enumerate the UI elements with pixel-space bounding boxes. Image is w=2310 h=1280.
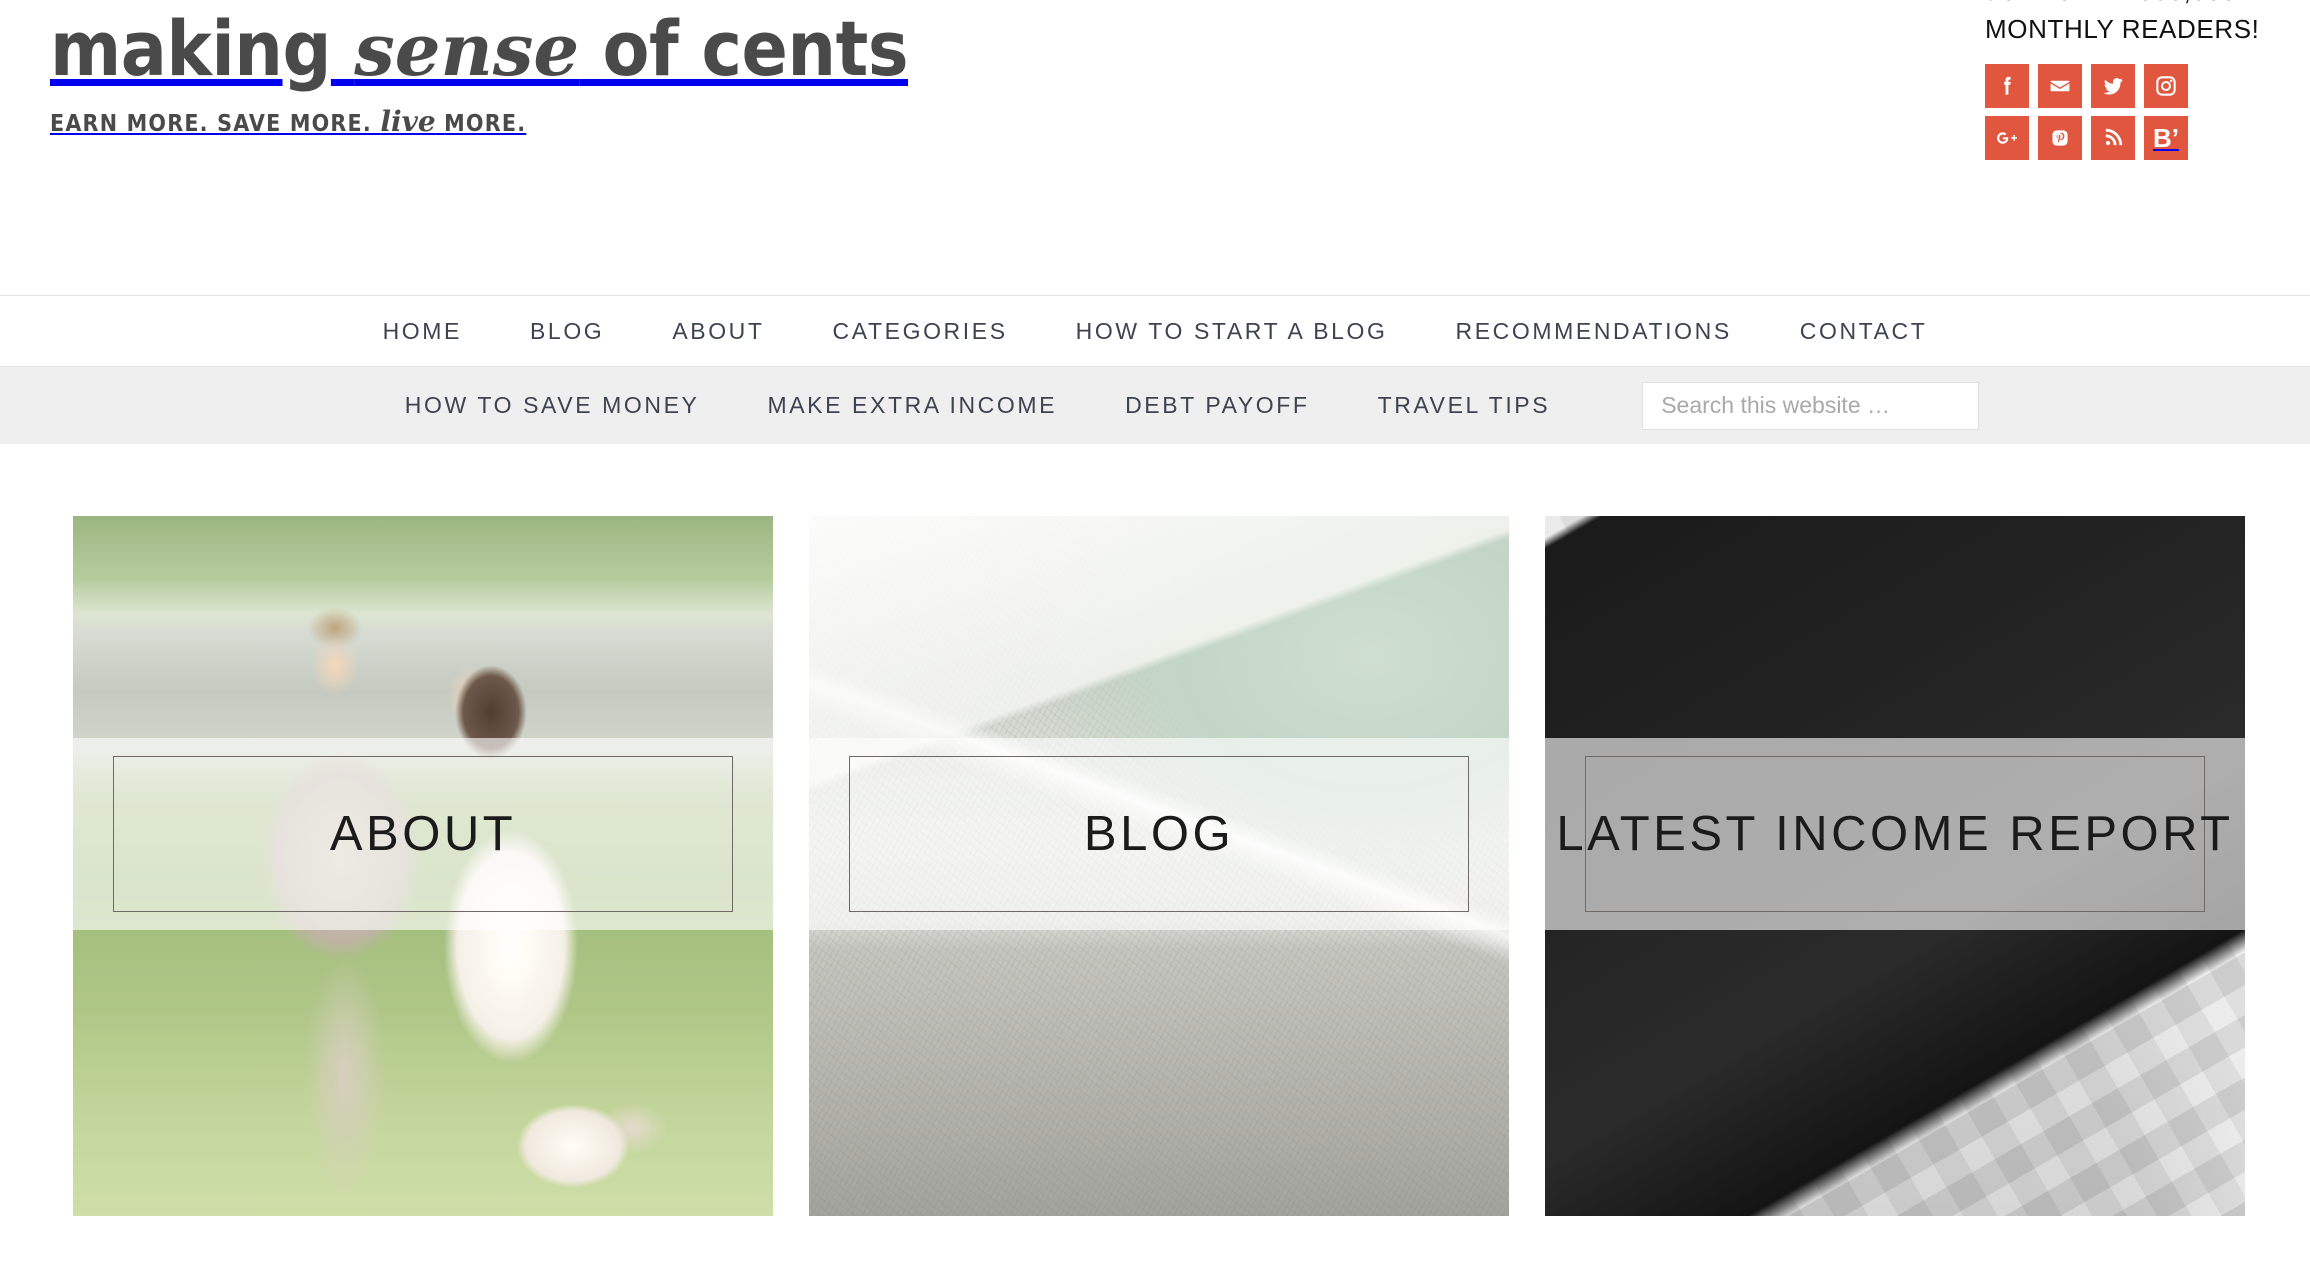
social-link-rss[interactable] (2091, 116, 2135, 160)
bloglovin-icon: B’ (2153, 123, 2179, 153)
feature-box-about[interactable]: ABOUT (73, 516, 773, 1216)
social-links: B’ (1985, 64, 2265, 160)
site-title: making sense of cents (50, 4, 909, 93)
site-title-emphasis: sense (354, 7, 580, 92)
feature-label-about: ABOUT (329, 807, 517, 861)
search-form (1642, 381, 1980, 430)
social-link-google-plus[interactable] (1985, 116, 2029, 160)
social-link-pinterest[interactable] (2038, 116, 2082, 160)
facebook-icon (1994, 73, 2020, 99)
pinterest-icon (2047, 125, 2073, 151)
nav-item-about[interactable]: ABOUT (638, 318, 798, 345)
social-link-twitter[interactable] (2091, 64, 2135, 108)
nav-item-travel-tips[interactable]: TRAVEL TIPS (1344, 392, 1585, 419)
feature-overlay-blog: BLOG (809, 738, 1509, 930)
feature-overlay-latest-income-report: LATEST INCOME REPORT (1545, 738, 2245, 930)
site-header: making sense of cents EARN MORE. SAVE MO… (0, 0, 2310, 295)
tagline-emphasis: live (380, 105, 436, 138)
twitter-icon (2100, 73, 2126, 99)
nav-item-debt-payoff[interactable]: DEBT PAYOFF (1091, 392, 1344, 419)
secondary-navigation: HOW TO SAVE MONEY MAKE EXTRA INCOME DEBT… (0, 367, 2310, 444)
social-link-instagram[interactable] (2144, 64, 2188, 108)
tagline-part2: MORE. (444, 111, 527, 137)
feature-box-blog[interactable]: BLOG (809, 516, 1509, 1216)
email-icon (2047, 73, 2073, 99)
google-plus-icon (1993, 124, 2021, 152)
instagram-icon (2153, 73, 2179, 99)
feature-box-latest-income-report[interactable]: LATEST INCOME REPORT (1545, 516, 2245, 1216)
subscribe-heading-line1: JOIN OVER 500,000 (1985, 0, 2265, 10)
search-input[interactable] (1642, 381, 1980, 430)
nav-item-home[interactable]: HOME (349, 318, 496, 345)
rss-icon (2100, 125, 2126, 151)
feature-label-latest-income-report: LATEST INCOME REPORT (1556, 807, 2234, 861)
social-link-email[interactable] (2038, 64, 2082, 108)
primary-navigation: HOME BLOG ABOUT CATEGORIES HOW TO START … (0, 295, 2310, 367)
site-title-part2: of cents (602, 4, 909, 93)
nav-item-blog[interactable]: BLOG (496, 318, 638, 345)
nav-item-how-to-start-a-blog[interactable]: HOW TO START A BLOG (1042, 318, 1422, 345)
tagline-part1: EARN MORE. SAVE MORE. (50, 111, 372, 137)
social-link-facebook[interactable] (1985, 64, 2029, 108)
feature-label-blog: BLOG (1083, 807, 1235, 861)
nav-item-how-to-save-money[interactable]: HOW TO SAVE MONEY (371, 392, 734, 419)
site-tagline: EARN MORE. SAVE MORE. live MORE. (50, 105, 908, 138)
site-title-part1: making (50, 4, 331, 93)
nav-item-make-extra-income[interactable]: MAKE EXTRA INCOME (733, 392, 1091, 419)
nav-item-categories[interactable]: CATEGORIES (799, 318, 1042, 345)
subscribe-heading-line2: MONTHLY READERS! (1985, 14, 2260, 44)
social-link-bloglovin[interactable]: B’ (2144, 116, 2188, 160)
site-logo[interactable]: making sense of cents EARN MORE. SAVE MO… (50, 4, 909, 139)
nav-item-contact[interactable]: CONTACT (1766, 318, 1962, 345)
feature-boxes: ABOUT BLOG LATEST INCOME REPORT (0, 444, 2310, 1216)
nav-item-recommendations[interactable]: RECOMMENDATIONS (1422, 318, 1766, 345)
feature-overlay-about: ABOUT (73, 738, 773, 930)
subscribe-social-block: JOIN OVER 500,000 MONTHLY READERS! (1985, 0, 2265, 160)
